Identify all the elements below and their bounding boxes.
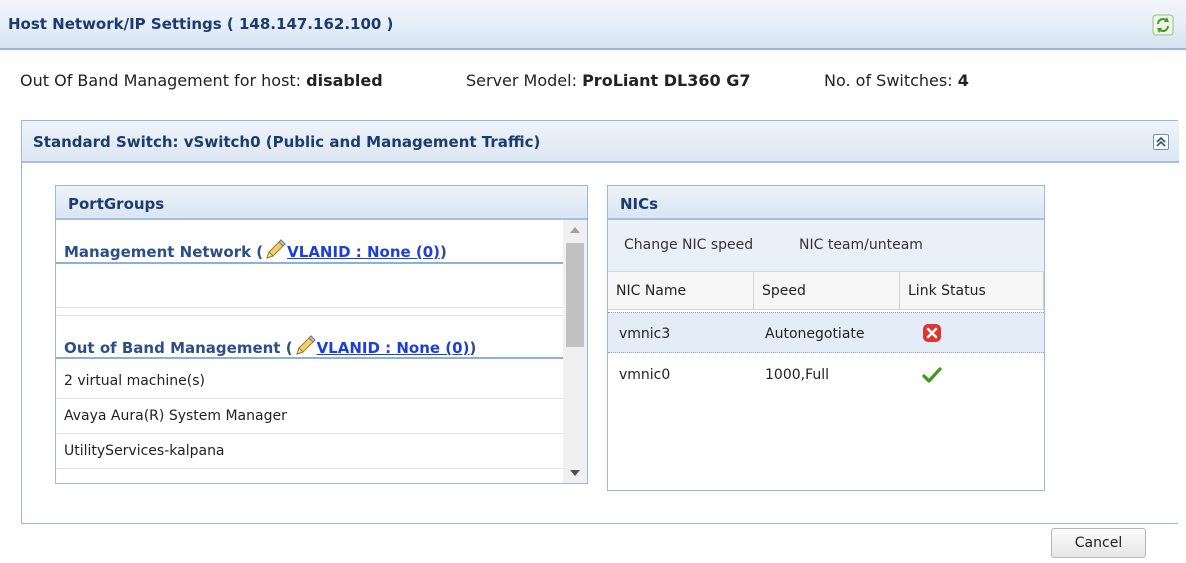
oob-value: disabled xyxy=(306,71,383,90)
collapse-button[interactable] xyxy=(1153,134,1169,150)
portgroups-title: PortGroups xyxy=(56,186,587,220)
refresh-icon[interactable] xyxy=(1152,14,1174,36)
standard-switch-title: Standard Switch: vSwitch0 (Public and Ma… xyxy=(33,133,541,151)
nic-speed-cell: 1000,Full xyxy=(765,367,830,383)
checkmark-icon xyxy=(922,367,942,383)
page-title: Host Network/IP Settings ( 148.147.162.1… xyxy=(8,15,394,33)
nics-title: NICs xyxy=(608,186,1044,220)
portgroup-oob-management: Out of Band Management ( VLANID : None (… xyxy=(56,315,563,359)
nic-team-button[interactable]: NIC team/unteam xyxy=(799,237,923,253)
pencil-edit-icon[interactable] xyxy=(293,334,317,356)
cancel-button[interactable]: Cancel xyxy=(1051,528,1146,558)
column-header-speed[interactable]: Speed xyxy=(754,272,900,310)
list-item[interactable]: 2 virtual machine(s) xyxy=(56,364,563,399)
error-icon xyxy=(923,324,941,342)
switch-count-value: 4 xyxy=(957,71,969,90)
nic-name-cell: vmnic3 xyxy=(619,326,671,342)
portgroup-close-paren: ) xyxy=(469,339,477,357)
nic-table-header: NIC Name Speed Link Status xyxy=(608,272,1044,310)
list-item[interactable]: UtilityServices-kalpana xyxy=(56,434,563,469)
table-row[interactable]: vmnic3 Autonegotiate xyxy=(608,312,1044,353)
vlanid-link[interactable]: VLANID : None (0) xyxy=(287,243,440,261)
server-model-value: ProLiant DL360 G7 xyxy=(582,71,751,90)
pencil-edit-icon[interactable] xyxy=(263,238,287,260)
server-model-label: Server Model: xyxy=(466,71,583,90)
nic-speed-cell: Autonegotiate xyxy=(765,326,865,342)
oob-label: Out Of Band Management for host: xyxy=(20,71,307,90)
portgroups-list[interactable]: Management Network ( VLANID : None (0)) … xyxy=(56,220,563,483)
scroll-down-arrow-icon[interactable] xyxy=(570,470,580,476)
list-item xyxy=(56,274,563,308)
nic-name-cell: vmnic0 xyxy=(619,367,671,383)
change-nic-speed-button[interactable]: Change NIC speed xyxy=(624,237,753,253)
portgroup-close-paren: ) xyxy=(440,243,447,261)
portgroup-management-network: Management Network ( VLANID : None (0)) xyxy=(56,220,563,264)
standard-switch-panel: Standard Switch: vSwitch0 (Public and Ma… xyxy=(21,120,1179,524)
portgroups-panel: PortGroups Management Network ( VLANID :… xyxy=(55,185,588,484)
column-header-link-status[interactable]: Link Status xyxy=(900,272,1044,310)
window-header: Host Network/IP Settings ( 148.147.162.1… xyxy=(0,0,1186,50)
table-row[interactable]: vmnic0 1000,Full xyxy=(608,354,1044,395)
list-item[interactable]: Avaya Aura(R) System Manager xyxy=(56,399,563,434)
vlanid-link[interactable]: VLANID : None (0) xyxy=(317,339,470,357)
portgroup-name: Management Network ( xyxy=(64,243,264,261)
scroll-thumb[interactable] xyxy=(566,243,584,347)
portgroup-name: Out of Band Management ( xyxy=(64,339,293,357)
scroll-up-arrow-icon[interactable] xyxy=(570,227,580,233)
server-model-info: Server Model: ProLiant DL360 G7 xyxy=(466,71,750,90)
switch-count-label: No. of Switches: xyxy=(824,71,958,90)
standard-switch-header: Standard Switch: vSwitch0 (Public and Ma… xyxy=(22,121,1179,163)
switch-count-info: No. of Switches: 4 xyxy=(824,71,969,90)
double-chevron-up-icon xyxy=(1156,136,1166,147)
nics-panel: NICs Change NIC speed NIC team/unteam NI… xyxy=(607,185,1045,491)
column-header-nic-name[interactable]: NIC Name xyxy=(608,272,754,310)
nic-toolbar: Change NIC speed NIC team/unteam xyxy=(608,220,1044,272)
portgroups-scrollbar[interactable] xyxy=(563,220,587,483)
oob-info: Out Of Band Management for host: disable… xyxy=(20,71,383,90)
